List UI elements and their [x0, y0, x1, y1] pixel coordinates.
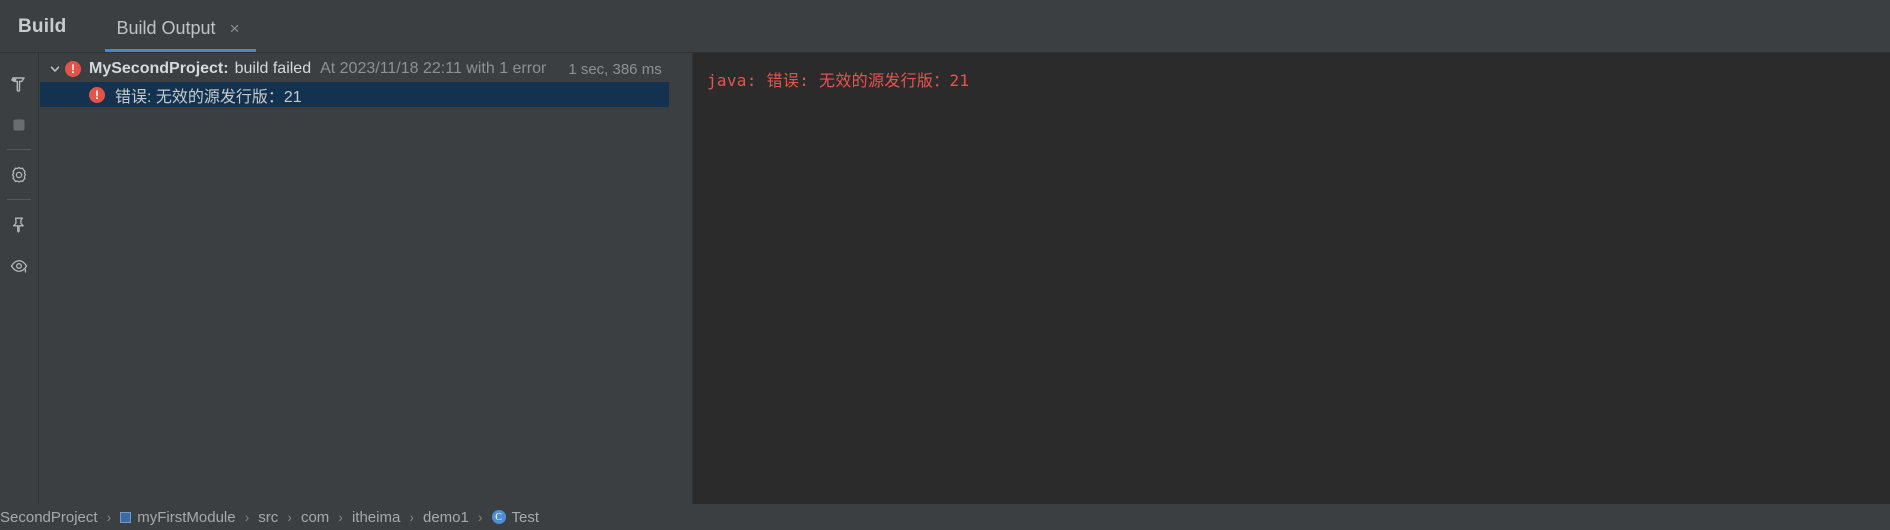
- close-icon[interactable]: ×: [228, 20, 242, 37]
- breadcrumb-label: src: [258, 508, 279, 526]
- strip-divider: [7, 149, 31, 150]
- breadcrumb-separator: ›: [409, 509, 414, 525]
- breadcrumb-item-itheima[interactable]: itheima: [352, 509, 400, 526]
- breadcrumb-item-class[interactable]: C Test: [491, 508, 540, 526]
- build-duration-text: 1 sec, 386 ms: [568, 60, 662, 78]
- build-tree-panel[interactable]: MySecondProject: build failed At 2023/11…: [38, 53, 692, 504]
- error-icon: [89, 86, 105, 103]
- breadcrumb-label: demo1: [422, 508, 469, 526]
- breadcrumb-label: Test: [511, 508, 540, 526]
- tool-window-tabbar: Build Build Output ×: [0, 0, 1890, 52]
- build-console-panel[interactable]: java: 错误: 无效的源发行版：21: [692, 53, 1890, 504]
- breadcrumb-item-demo1[interactable]: demo1: [423, 509, 469, 526]
- eye-icon[interactable]: [0, 245, 38, 286]
- breadcrumb-item-com[interactable]: com: [301, 509, 329, 526]
- build-tool-window: Build Build Output × ! MySecondProject: …: [0, 0, 1890, 530]
- build-error-message: 错误: 无效的源发行版：21: [115, 88, 302, 106]
- left-action-strip: [0, 53, 38, 504]
- breadcrumb-label: SecondProject: [0, 508, 98, 526]
- breadcrumb-item-project[interactable]: SecondProject: [0, 509, 98, 526]
- breadcrumb-separator: ›: [338, 509, 343, 525]
- breadcrumb: SecondProject › myFirstModule › src › co…: [0, 504, 1890, 530]
- breadcrumb-label: myFirstModule: [137, 508, 236, 526]
- error-icon: [65, 61, 81, 77]
- breadcrumb-separator: ›: [477, 509, 483, 525]
- tab-label: Build Output: [116, 18, 216, 38]
- module-icon: [120, 511, 132, 523]
- build-tree-root-row[interactable]: MySecondProject: build failed At 2023/11…: [39, 56, 692, 82]
- build-hammer-icon[interactable]: [0, 63, 38, 104]
- tool-window-title: Build: [18, 16, 67, 37]
- breadcrumb-separator: ›: [106, 509, 112, 525]
- stop-icon[interactable]: [0, 104, 38, 145]
- gear-icon[interactable]: [0, 154, 38, 195]
- tab-build-output[interactable]: Build Output ×: [104, 18, 256, 52]
- breadcrumb-item-module[interactable]: myFirstModule: [120, 508, 236, 526]
- tool-window-body: MySecondProject: build failed At 2023/11…: [0, 52, 1890, 504]
- strip-divider: [7, 199, 31, 200]
- breadcrumb-separator: ›: [287, 509, 292, 525]
- console-error-line: java: 错误: 无效的源发行版：21: [707, 71, 970, 90]
- build-timestamp-text: At 2023/11/18 22:11 with 1 error: [320, 60, 547, 77]
- build-tree-error-row[interactable]: 错误: 无效的源发行版：21: [40, 82, 669, 107]
- breadcrumb-separator: ›: [244, 509, 250, 525]
- breadcrumb-label: com: [300, 508, 330, 526]
- build-project-name: MySecondProject:: [89, 60, 229, 77]
- build-status-text: build failed: [234, 60, 312, 77]
- tab-strip: Build Output ×: [104, 18, 256, 52]
- breadcrumb-item-src[interactable]: src: [258, 509, 278, 526]
- chevron-down-icon[interactable]: [45, 56, 65, 82]
- pin-icon[interactable]: [0, 204, 38, 245]
- class-icon: C: [491, 510, 506, 524]
- breadcrumb-label: itheima: [351, 508, 401, 526]
